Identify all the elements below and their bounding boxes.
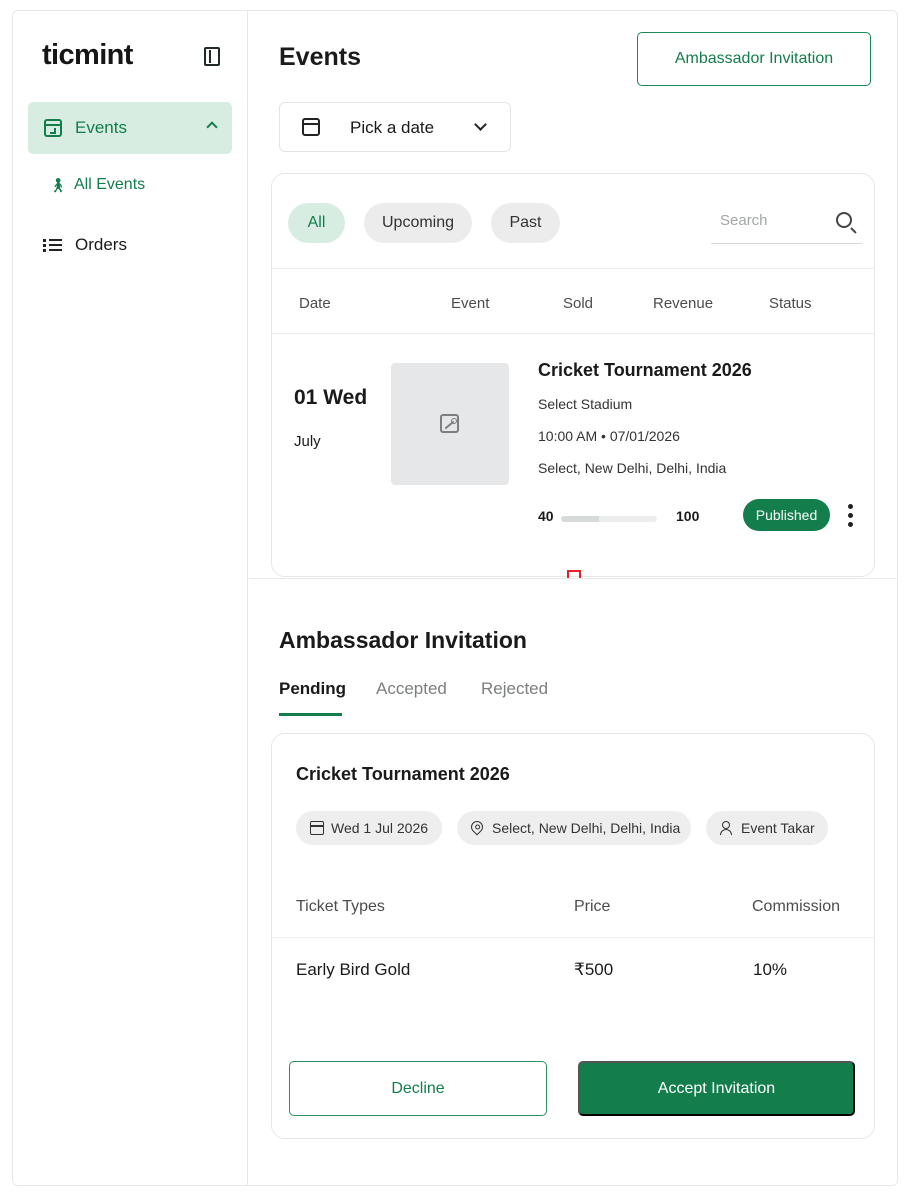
tab-pending[interactable]: Pending	[279, 679, 346, 699]
date-picker[interactable]: Pick a date	[279, 102, 511, 152]
event-datetime: 10:00 AM • 07/01/2026	[538, 428, 680, 444]
column-header: Commission	[752, 898, 841, 915]
column-header: Date	[299, 295, 331, 312]
filter-past[interactable]: Past	[491, 203, 560, 243]
chip-label: Wed 1 Jul 2026	[331, 820, 429, 836]
chevron-up-icon	[206, 121, 218, 133]
organizer-chip: Event Takar	[706, 811, 828, 845]
event-thumbnail	[391, 363, 509, 485]
logo: ticmint	[42, 39, 133, 71]
filter-all[interactable]: All	[288, 203, 345, 243]
event-location: Select, New Delhi, Delhi, India	[538, 460, 727, 476]
user-icon	[720, 821, 734, 835]
image-placeholder-icon	[440, 414, 459, 433]
chevron-down-icon	[474, 118, 487, 131]
ticket-price: ₹500	[574, 960, 614, 979]
ticket-type: Early Bird Gold	[296, 960, 411, 979]
event-name: Cricket Tournament 2026	[538, 360, 752, 380]
ambassador-invitation-panel: Ambassador Invitation Pending Accepted R…	[249, 578, 897, 1185]
date-chip: Wed 1 Jul 2026	[296, 811, 442, 845]
column-header: Revenue	[653, 295, 714, 312]
sidebar: ticmint Events 🚶︎ All Events Orders	[13, 11, 248, 1185]
location-chip: Select, New Delhi, Delhi, India	[457, 811, 691, 845]
app-frame: ticmint Events 🚶︎ All Events Orders Even…	[12, 10, 898, 1186]
chip-label: Event Takar	[741, 820, 815, 836]
date-picker-label: Pick a date	[350, 118, 435, 137]
sidebar-item-label: Events	[75, 118, 127, 137]
sidebar-item-orders[interactable]: Orders	[43, 235, 127, 255]
ticket-table-header: Ticket Types Price Commission	[272, 878, 874, 938]
list-icon	[43, 237, 63, 253]
invitation-card: Cricket Tournament 2026 Wed 1 Jul 2026 S…	[271, 733, 875, 1139]
column-header: Status	[769, 295, 812, 312]
decline-button[interactable]: Decline	[289, 1061, 547, 1116]
column-header: Event	[451, 295, 490, 312]
page-title: Events	[279, 43, 361, 71]
sidebar-item-label: All Events	[74, 176, 146, 193]
accept-invitation-button[interactable]: Accept Invitation	[578, 1061, 855, 1116]
ambassador-title: Ambassador Invitation	[279, 627, 527, 653]
active-tab-indicator	[279, 713, 342, 716]
walking-icon: 🚶︎	[49, 176, 67, 193]
events-card: All Upcoming Past Search Date Event Sold…	[271, 173, 875, 577]
event-venue: Select Stadium	[538, 396, 633, 412]
tickets-sold: 40	[538, 508, 554, 524]
ticket-commission: 10%	[753, 960, 788, 979]
sold-progress-fill	[561, 516, 600, 522]
column-header: Price	[574, 898, 611, 915]
event-month: July	[294, 433, 321, 450]
tab-rejected[interactable]: Rejected	[481, 679, 548, 699]
search-placeholder: Search	[720, 212, 768, 229]
ambassador-invitation-button[interactable]: Ambassador Invitation	[637, 32, 871, 86]
tickets-capacity: 100	[676, 508, 700, 524]
more-options-icon[interactable]	[848, 504, 854, 528]
invitation-event-name: Cricket Tournament 2026	[296, 764, 510, 784]
column-header: Sold	[563, 295, 594, 312]
column-header: Ticket Types	[296, 898, 385, 915]
search-icon[interactable]	[836, 212, 852, 228]
sidebar-toggle-icon[interactable]	[204, 47, 220, 66]
chip-label: Select, New Delhi, Delhi, India	[492, 820, 681, 836]
event-filters: All Upcoming Past	[288, 203, 560, 243]
search-input[interactable]: Search	[711, 208, 862, 244]
sidebar-item-all-events[interactable]: 🚶︎ All Events	[49, 173, 145, 197]
sidebar-item-events[interactable]: Events	[28, 102, 232, 154]
sidebar-item-label: Orders	[75, 235, 127, 254]
calendar-icon	[310, 821, 324, 835]
location-pin-icon	[468, 818, 486, 836]
sold-progress-bar	[561, 516, 657, 522]
status-badge: Published	[743, 499, 830, 531]
filter-upcoming[interactable]: Upcoming	[364, 203, 472, 243]
calendar-icon	[302, 118, 320, 136]
main-content: Events Ambassador Invitation Pick a date…	[249, 11, 897, 1185]
tab-accepted[interactable]: Accepted	[376, 679, 447, 699]
events-table-header: Date Event Sold Revenue Status	[272, 268, 874, 334]
calendar-icon	[44, 119, 62, 137]
event-day: 01 Wed	[294, 386, 368, 409]
